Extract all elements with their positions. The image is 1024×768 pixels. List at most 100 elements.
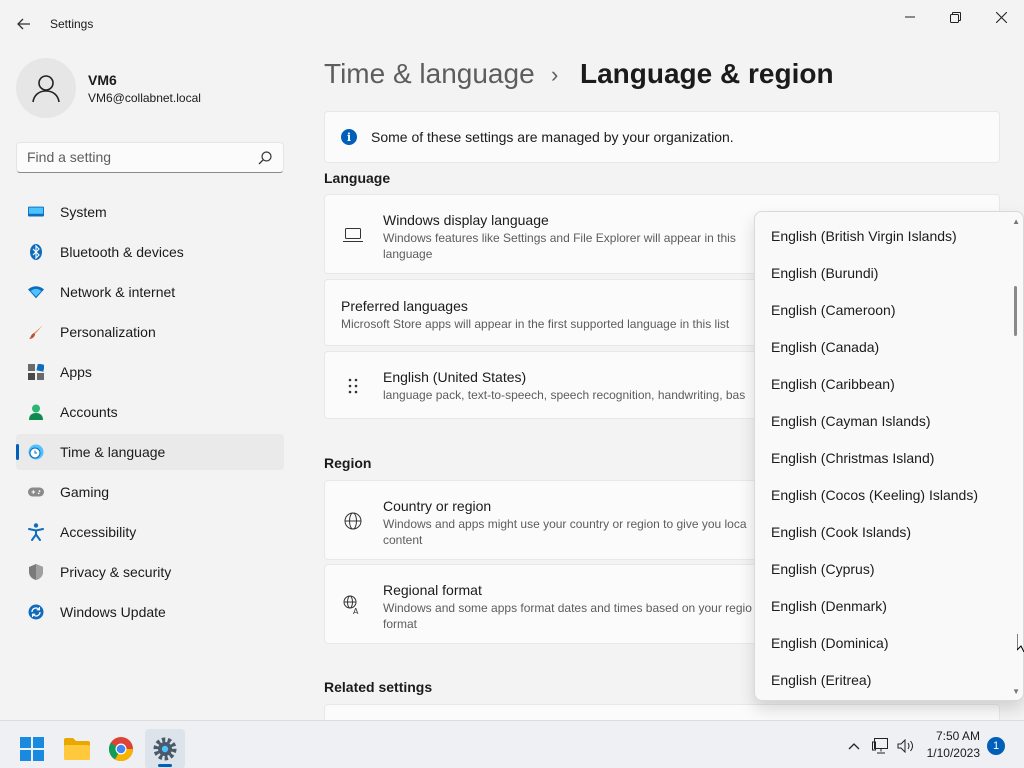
wifi-icon (28, 284, 44, 300)
sidebar-item-accessibility[interactable]: Accessibility (16, 514, 284, 550)
drag-handle-icon[interactable] (343, 376, 363, 396)
scroll-down-arrow-icon[interactable]: ▼ (1012, 687, 1020, 696)
restore-icon (949, 11, 961, 23)
back-arrow-icon (17, 18, 30, 30)
dropdown-option[interactable]: English (Canada) (771, 339, 879, 355)
dropdown-option[interactable]: English (British Virgin Islands) (771, 228, 957, 244)
scroll-up-arrow-icon[interactable]: ▲ (1012, 217, 1020, 226)
globe-icon (343, 511, 363, 531)
user-icon (32, 75, 60, 103)
dropdown-option[interactable]: English (Cyprus) (771, 561, 874, 577)
volume-icon[interactable] (897, 737, 915, 755)
sidebar-item-accounts[interactable]: Accounts (16, 394, 284, 430)
sidebar-item-label: Apps (60, 364, 92, 380)
row-title: Regional format (383, 582, 482, 598)
row-description: Microsoft Store apps will appear in the … (341, 317, 730, 331)
page-title: Language & region (580, 58, 834, 89)
dropdown-option[interactable]: English (Denmark) (771, 598, 887, 614)
org-managed-infobar: i Some of these settings are managed by … (324, 111, 1000, 163)
dropdown-option[interactable]: English (Cook Islands) (771, 524, 911, 540)
sidebar-item-label: Personalization (60, 324, 156, 340)
sidebar-item-label: Privacy & security (60, 564, 172, 580)
regional-format-icon: A (343, 595, 363, 615)
sidebar-item-label: Time & language (60, 444, 166, 460)
row-description: language pack, text-to-speech, speech re… (383, 388, 746, 402)
dropdown-option[interactable]: English (Cameroon) (771, 302, 896, 318)
sidebar-item-personalization[interactable]: Personalization (16, 314, 284, 350)
dropdown-option[interactable]: English (Cocos (Keeling) Islands) (771, 487, 978, 503)
row-title: English (United States) (383, 369, 527, 385)
info-icon: i (341, 129, 357, 145)
clock-time[interactable]: 7:50 AM (936, 729, 980, 743)
sidebar-nav: System Bluetooth & devices Network & int… (16, 194, 284, 634)
start-icon (20, 737, 44, 761)
dropdown-option[interactable]: English (Christmas Island) (771, 450, 934, 466)
sidebar-item-label: System (60, 204, 107, 220)
gamepad-icon (28, 484, 44, 500)
search-box[interactable] (16, 142, 284, 173)
accounts-icon (28, 404, 44, 420)
user-name: VM6 (88, 72, 117, 88)
sidebar-item-label: Accessibility (60, 524, 137, 540)
sidebar-item-system[interactable]: System (16, 194, 284, 230)
avatar[interactable] (16, 58, 76, 118)
file-explorer-icon (64, 738, 90, 760)
notification-badge[interactable]: 1 (987, 737, 1005, 755)
sidebar-item-network[interactable]: Network & internet (16, 274, 284, 310)
breadcrumb-parent[interactable]: Time & language (324, 58, 535, 90)
show-hidden-icons-chevron-icon[interactable] (845, 737, 863, 755)
network-icon[interactable] (872, 737, 890, 755)
sidebar-item-label: Bluetooth & devices (60, 244, 184, 260)
dropdown-option[interactable]: English (Caribbean) (771, 376, 895, 392)
back-button[interactable] (10, 10, 38, 38)
chrome-button[interactable] (101, 729, 141, 768)
sidebar-item-privacy[interactable]: Privacy & security (16, 554, 284, 590)
file-explorer-button[interactable] (57, 729, 97, 768)
sidebar-item-label: Accounts (60, 404, 118, 420)
related-settings-heading: Related settings (324, 679, 433, 695)
sidebar-item-apps[interactable]: Apps (16, 354, 284, 390)
sidebar-item-bluetooth[interactable]: Bluetooth & devices (16, 234, 284, 270)
close-button[interactable] (978, 4, 1024, 30)
row-description: Windows features like Settings and File … (383, 231, 736, 261)
laptop-icon (343, 225, 363, 245)
shield-icon (28, 564, 44, 580)
apps-icon (28, 364, 44, 380)
dropdown-option[interactable]: English (Eritrea) (771, 672, 871, 688)
bluetooth-icon (28, 244, 44, 260)
mouse-cursor-icon (1017, 634, 1024, 652)
dropdown-option[interactable]: English (Cayman Islands) (771, 413, 931, 429)
start-button[interactable] (12, 729, 52, 768)
row-title: Preferred languages (341, 298, 468, 314)
close-icon (995, 11, 1007, 23)
sidebar-item-time-language[interactable]: Time & language (16, 434, 284, 470)
maximize-button[interactable] (932, 4, 978, 30)
accessibility-icon (28, 523, 44, 541)
region-heading: Region (324, 455, 372, 471)
minimize-button[interactable] (887, 4, 933, 30)
dropdown-option[interactable]: English (Burundi) (771, 265, 878, 281)
settings-icon (153, 737, 177, 761)
dropdown-option[interactable]: English (Dominica) (771, 635, 888, 651)
title-bar: Settings (0, 0, 1024, 48)
breadcrumb-separator: › (551, 62, 559, 87)
settings-taskbar-button[interactable] (145, 729, 185, 768)
taskbar: 7:50 AM 1/10/2023 1 (0, 720, 1024, 768)
infobar-text: Some of these settings are managed by yo… (371, 129, 734, 145)
chrome-icon (109, 737, 133, 761)
sidebar-item-label: Network & internet (60, 284, 176, 300)
search-input[interactable] (27, 149, 247, 165)
scrollbar-thumb[interactable] (1014, 286, 1017, 336)
clock-date[interactable]: 1/10/2023 (927, 746, 980, 760)
window-title: Settings (50, 17, 94, 31)
sidebar-item-gaming[interactable]: Gaming (16, 474, 284, 510)
display-language-dropdown[interactable]: English (British Virgin Islands) English… (754, 211, 1024, 701)
minimize-icon (905, 16, 915, 18)
time-language-icon (28, 444, 44, 460)
row-title: Windows display language (383, 212, 549, 228)
row-description: Windows and apps might use your country … (383, 517, 747, 547)
sidebar-item-windows-update[interactable]: Windows Update (16, 594, 284, 630)
system-icon (28, 204, 44, 220)
brush-icon (28, 324, 44, 340)
search-icon[interactable] (257, 150, 273, 166)
